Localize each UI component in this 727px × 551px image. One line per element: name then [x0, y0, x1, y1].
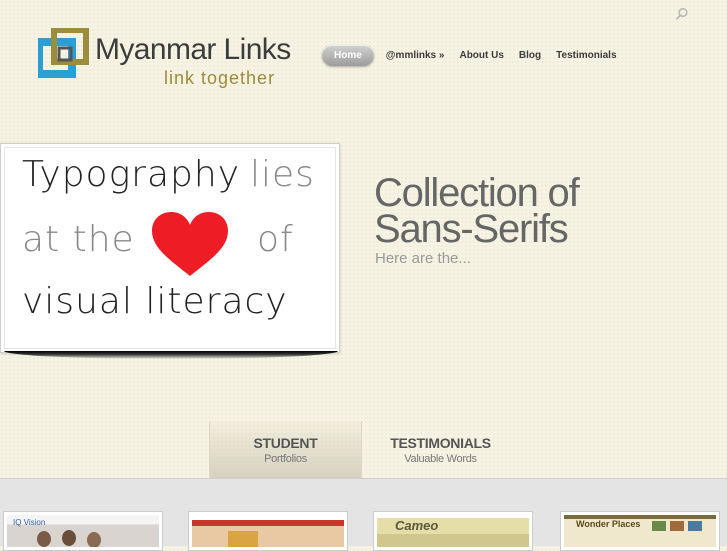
slide-text-visual-literacy: visual literacy [22, 281, 288, 322]
slide-shadow [4, 351, 338, 359]
slide-text-of: of [257, 219, 294, 260]
heart-icon [150, 210, 230, 280]
slide-text-lies: lies [250, 154, 315, 195]
hero-title[interactable]: Collection of Sans-Serifs [374, 173, 634, 249]
nav-blog[interactable]: Blog [519, 50, 541, 61]
portfolio-thumb[interactable]: Cameo [373, 511, 533, 551]
portfolio-thumb[interactable] [188, 511, 348, 551]
search-icon[interactable] [675, 7, 689, 21]
thumb-label: Cameo [395, 518, 439, 533]
brand-tagline: link together [164, 68, 276, 88]
portfolio-thumb[interactable]: IQ Vision [3, 511, 163, 551]
slide-text-at-the: at the [22, 219, 135, 260]
brand-name[interactable]: Myanmar Links [95, 33, 291, 67]
logo-icon[interactable] [35, 27, 90, 78]
thumb-label: Wonder Places [576, 519, 641, 529]
main-nav: Home @mmlinks » About Us Blog Testimonia… [322, 45, 632, 66]
tab-subtitle: Portfolios [264, 453, 307, 465]
nav-mmlinks[interactable]: @mmlinks » [386, 50, 445, 61]
hero-subtitle: Here are the... [375, 250, 471, 267]
tab-title: STUDENT [253, 435, 318, 451]
tab-subtitle: Valuable Words [404, 453, 477, 465]
nav-home[interactable]: Home [322, 45, 374, 66]
nav-testimonials[interactable]: Testimonials [556, 50, 616, 61]
tab-title: TESTIMONIALS [390, 435, 491, 451]
slide-text-typography: Typography [22, 154, 241, 195]
portfolio-thumb[interactable]: Wonder Places [560, 511, 720, 551]
nav-about-us[interactable]: About Us [459, 50, 503, 61]
tab-student-portfolios[interactable]: STUDENT Portfolios [209, 421, 362, 478]
thumb-label: IQ Vision [13, 518, 46, 527]
tab-testimonials[interactable]: TESTIMONIALS Valuable Words [362, 421, 519, 478]
